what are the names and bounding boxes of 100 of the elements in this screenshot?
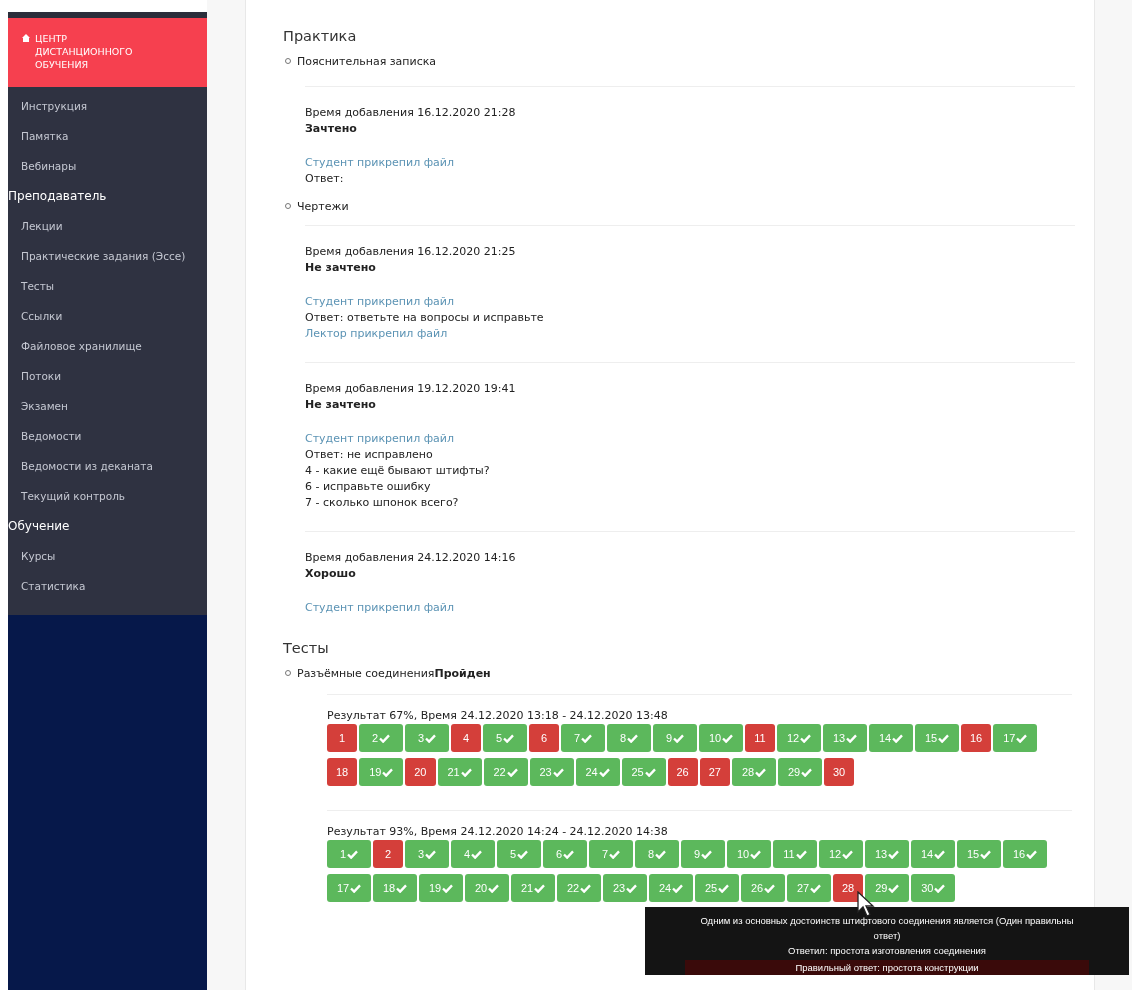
check-icon (644, 767, 656, 777)
check-icon (888, 849, 900, 859)
sidebar-item[interactable]: Экзамен (8, 391, 207, 421)
sidebar-item[interactable]: Ведомости (8, 421, 207, 451)
sidebar-item[interactable]: Инструкция (8, 91, 207, 121)
check-icon (627, 733, 639, 743)
question-tile[interactable]: 16 (1003, 840, 1047, 868)
question-tile[interactable]: 2 (359, 724, 403, 752)
question-tile[interactable]: 27 (699, 758, 730, 786)
sidebar-item[interactable]: Ведомости из деканата (8, 451, 207, 481)
question-tile[interactable]: 28 (732, 758, 776, 786)
question-tile[interactable]: 6 (529, 724, 559, 752)
question-tile[interactable]: 25 (695, 874, 739, 902)
question-tile[interactable]: 24 (575, 758, 620, 786)
answer-text: Ответ: не исправлено (305, 447, 434, 463)
sidebar-item[interactable]: Файловое хранилище (8, 331, 207, 361)
question-tile[interactable]: 16 (961, 724, 992, 752)
tooltip-question: Одним из основных достоинств штифтового соединения является (Один правильны (699, 914, 1075, 928)
check-icon (598, 767, 610, 777)
question-tile[interactable]: 10 (699, 724, 743, 752)
question-tile[interactable]: 22 (483, 758, 528, 786)
question-tile[interactable]: 20 (405, 758, 436, 786)
question-tile[interactable]: 14 (869, 724, 913, 752)
question-tile[interactable]: 18 (327, 758, 358, 786)
check-icon (801, 767, 813, 777)
question-tile[interactable]: 12 (777, 724, 821, 752)
question-tile[interactable]: 30 (911, 874, 956, 902)
question-tile[interactable]: 7 (561, 724, 605, 752)
submission-status: Не зачтено (305, 397, 377, 413)
sidebar-item[interactable]: Статистика (8, 571, 207, 601)
check-icon (750, 849, 762, 859)
check-icon (842, 849, 854, 859)
question-tile[interactable]: 27 (787, 874, 831, 902)
sidebar-item[interactable]: Курсы (8, 541, 207, 571)
sidebar-item[interactable]: Тесты (8, 271, 207, 301)
file-link[interactable]: Лектор прикрепил файл (305, 326, 1075, 342)
sidebar-item[interactable]: Ссылки (8, 301, 207, 331)
submission-status: Зачтено (305, 121, 358, 137)
check-icon (888, 883, 900, 893)
question-tile[interactable]: 23 (603, 874, 647, 902)
question-tile[interactable]: 14 (911, 840, 955, 868)
question-tile[interactable]: 15 (957, 840, 1001, 868)
question-tile[interactable]: 26 (667, 758, 698, 786)
sidebar-item[interactable]: Потоки (8, 361, 207, 391)
question-tile[interactable]: 9 (653, 724, 697, 752)
sidebar-item[interactable]: Памятка (8, 121, 207, 151)
question-tile[interactable]: 17 (993, 724, 1038, 752)
question-tile[interactable]: 1 (327, 724, 357, 752)
question-tile[interactable]: 3 (405, 724, 449, 752)
question-tile[interactable]: 8 (635, 840, 679, 868)
submission-time: Время добавления 16.12.2020 21:25 (305, 244, 517, 260)
sidebar-item[interactable]: Практические задания (Эссе) (8, 241, 207, 271)
question-tile[interactable]: 8 (607, 724, 651, 752)
question-tile[interactable]: 7 (589, 840, 633, 868)
question-tile[interactable]: 13 (823, 724, 867, 752)
question-tile[interactable]: 25 (621, 758, 666, 786)
question-tile[interactable]: 11 (745, 724, 775, 752)
brand-banner[interactable]: ЦЕНТР ДИСТАНЦИОННОГО ОБУЧЕНИЯ (8, 18, 207, 87)
question-tile[interactable]: 22 (557, 874, 601, 902)
question-tile[interactable]: 5 (483, 724, 527, 752)
question-tile[interactable]: 3 (405, 840, 449, 868)
question-tile[interactable]: 17 (327, 874, 371, 902)
question-tile[interactable]: 9 (681, 840, 725, 868)
question-tile[interactable]: 15 (915, 724, 959, 752)
question-tile[interactable]: 6 (543, 840, 587, 868)
check-icon (580, 883, 592, 893)
question-tile[interactable]: 4 (451, 724, 481, 752)
question-tile[interactable]: 26 (741, 874, 785, 902)
question-tile[interactable]: 10 (727, 840, 771, 868)
sidebar-item[interactable]: Вебинары (8, 151, 207, 181)
sidebar-item[interactable]: Лекции (8, 211, 207, 241)
question-tile[interactable]: 21 (511, 874, 555, 902)
question-tile[interactable]: 23 (529, 758, 574, 786)
check-icon (755, 767, 767, 777)
check-icon (795, 849, 807, 859)
sidebar-item[interactable]: Текущий контроль (8, 481, 207, 511)
file-link[interactable]: Студент прикрепил файл (305, 600, 1075, 616)
brand-title: ЦЕНТР ДИСТАНЦИОННОГО ОБУЧЕНИЯ (35, 32, 134, 71)
question-tile[interactable]: 11 (773, 840, 817, 868)
question-tile[interactable]: 4 (451, 840, 495, 868)
question-tile[interactable]: 20 (465, 874, 509, 902)
question-tile[interactable]: 29 (865, 874, 910, 902)
check-icon (425, 733, 437, 743)
file-link[interactable]: Студент прикрепил файл (305, 155, 1075, 171)
file-link[interactable]: Студент прикрепил файл (305, 431, 1075, 447)
question-tile[interactable]: 19 (359, 758, 404, 786)
question-tile[interactable]: 24 (649, 874, 693, 902)
question-tile[interactable]: 12 (819, 840, 863, 868)
question-tile[interactable]: 13 (865, 840, 909, 868)
question-tile[interactable]: 1 (327, 840, 371, 868)
question-tile[interactable]: 5 (497, 840, 541, 868)
check-icon (503, 733, 515, 743)
question-tile[interactable]: 18 (373, 874, 417, 902)
question-tile[interactable]: 2 (373, 840, 403, 868)
question-tile[interactable]: 29 (778, 758, 822, 786)
question-tile[interactable]: 19 (419, 874, 463, 902)
file-link[interactable]: Студент прикрепил файл (305, 294, 1075, 310)
sidebar-section: Преподаватель (8, 181, 207, 211)
question-tile[interactable]: 30 (824, 758, 855, 786)
question-tile[interactable]: 21 (437, 758, 482, 786)
